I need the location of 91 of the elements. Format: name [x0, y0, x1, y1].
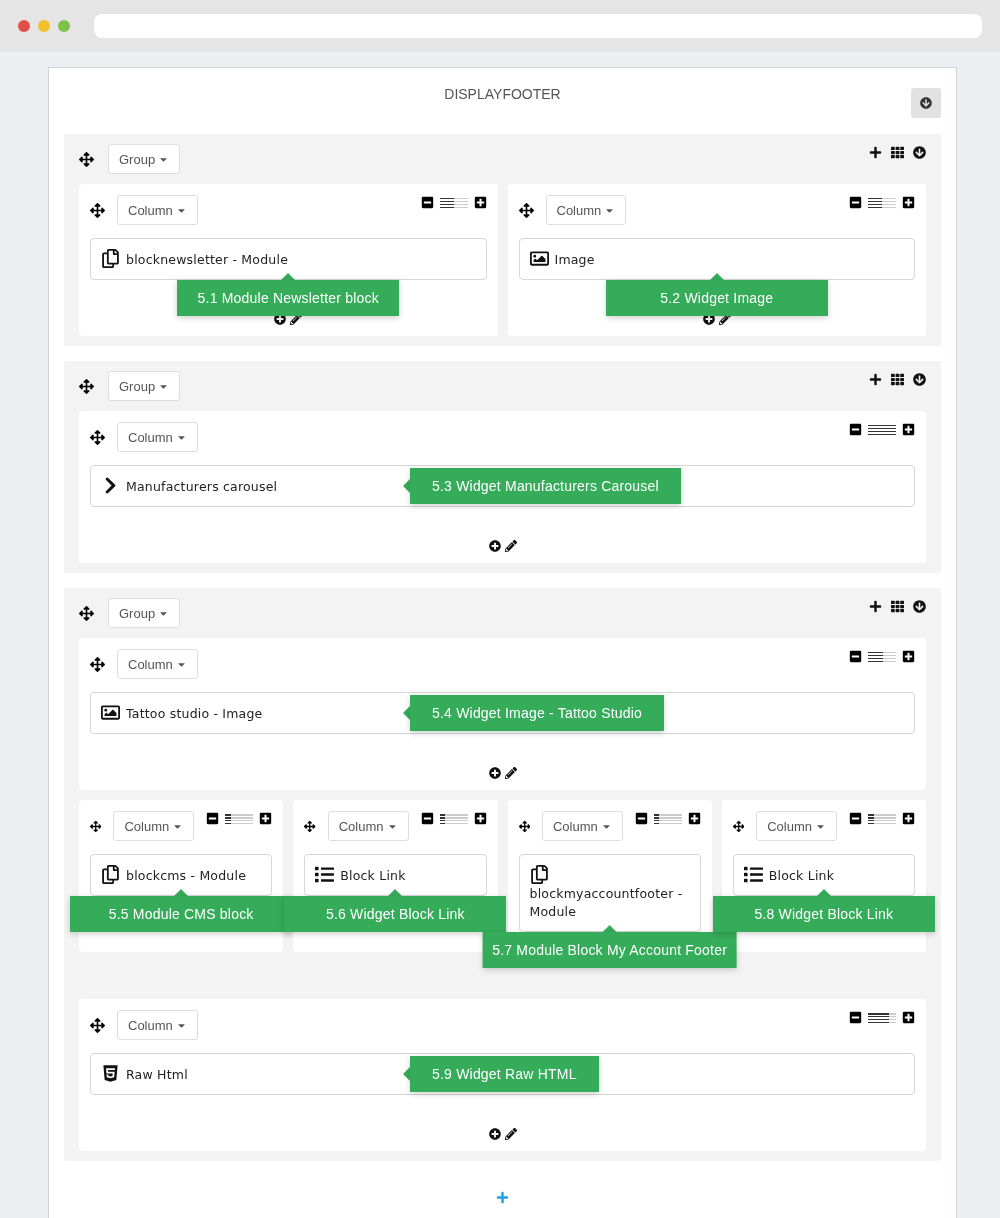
- grid-icon[interactable]: [891, 600, 904, 613]
- plus-icon[interactable]: [902, 1011, 915, 1024]
- copy-icon: [529, 865, 549, 884]
- plus-icon[interactable]: [902, 812, 915, 825]
- tooltip: 5.6 Widget Block Link: [284, 896, 507, 932]
- move-icon[interactable]: [732, 818, 745, 834]
- move-icon[interactable]: [90, 656, 105, 672]
- module-label: Tattoo studio - Image: [126, 706, 263, 721]
- group-dropdown[interactable]: Group: [108, 598, 181, 628]
- minus-icon[interactable]: [206, 812, 220, 825]
- move-icon[interactable]: [79, 605, 94, 621]
- export-button[interactable]: [911, 88, 941, 118]
- group-dropdown[interactable]: Group: [108, 371, 181, 401]
- pencil-icon[interactable]: [504, 540, 517, 552]
- plus-icon[interactable]: [902, 650, 915, 663]
- tooltip: 5.2 Widget Image: [605, 280, 828, 316]
- add-group-button[interactable]: [496, 1191, 509, 1204]
- minus-icon[interactable]: [420, 196, 434, 209]
- minus-icon[interactable]: [849, 1011, 862, 1024]
- module-label: Manufacturers carousel: [126, 479, 278, 494]
- list-icon: [315, 865, 335, 884]
- move-icon[interactable]: [304, 818, 316, 834]
- minus-icon[interactable]: [849, 196, 862, 209]
- move-icon[interactable]: [518, 202, 534, 218]
- image-icon: [529, 249, 549, 268]
- move-icon[interactable]: [518, 818, 530, 834]
- tooltip: 5.4 Widget Image - Tattoo Studio: [410, 695, 665, 731]
- tooltip: 5.8 Widget Block Link: [712, 896, 935, 932]
- tooltip: 5.1 Module Newsletter block: [177, 280, 400, 316]
- minus-icon[interactable]: [420, 812, 434, 825]
- plus-icon[interactable]: [687, 812, 701, 825]
- plus-icon[interactable]: [259, 812, 273, 825]
- pencil-icon[interactable]: [290, 313, 303, 325]
- download-icon[interactable]: [913, 373, 926, 386]
- plus-icon[interactable]: [473, 196, 487, 209]
- column-dropdown[interactable]: Column: [117, 649, 198, 679]
- plus-icon[interactable]: [902, 423, 915, 436]
- module-label: blockmyaccountfooter - Module: [529, 886, 683, 919]
- module-label: Block Link: [340, 868, 406, 883]
- tooltip: 5.9 Widget Raw HTML: [410, 1056, 599, 1092]
- column-dropdown[interactable]: Column: [117, 422, 198, 452]
- html5-icon: [101, 1064, 120, 1083]
- copy-icon: [101, 865, 120, 884]
- minimize-dot[interactable]: [38, 20, 50, 32]
- move-icon[interactable]: [90, 429, 105, 445]
- column-dropdown[interactable]: Column: [756, 811, 837, 841]
- plus-icon[interactable]: [902, 196, 915, 209]
- plus-icon[interactable]: [869, 146, 882, 159]
- image-icon: [101, 703, 120, 722]
- grid-icon[interactable]: [891, 146, 904, 159]
- column-dropdown[interactable]: Column: [117, 1010, 198, 1040]
- module-item[interactable]: Manufacturers carousel 5.3 Widget Manufacturers Carousel: [90, 465, 915, 507]
- column-dropdown[interactable]: Column: [545, 195, 627, 225]
- download-icon[interactable]: [913, 600, 926, 613]
- copy-icon: [101, 249, 120, 268]
- column-dropdown[interactable]: Column: [113, 811, 195, 841]
- module-label: Block Link: [768, 868, 835, 883]
- plus-icon[interactable]: [869, 373, 882, 386]
- minus-icon[interactable]: [634, 812, 648, 825]
- move-icon[interactable]: [90, 202, 105, 218]
- module-label: Image: [554, 252, 595, 267]
- group-dropdown[interactable]: Group: [108, 144, 181, 174]
- module-item[interactable]: Tattoo studio - Image 5.4 Widget Image - Tattoo Studio: [90, 692, 915, 734]
- grid-icon[interactable]: [891, 373, 904, 386]
- minus-icon[interactable]: [849, 812, 862, 825]
- move-icon[interactable]: [79, 151, 94, 167]
- move-icon[interactable]: [90, 818, 102, 834]
- move-icon[interactable]: [90, 1017, 105, 1033]
- tooltip: 5.7 Module Block My Account Footer: [482, 932, 738, 968]
- column-dropdown[interactable]: Column: [327, 811, 409, 841]
- plus-icon[interactable]: [473, 812, 487, 825]
- pencil-icon[interactable]: [718, 313, 731, 325]
- pencil-icon[interactable]: [504, 1128, 517, 1140]
- pencil-icon[interactable]: [504, 767, 517, 779]
- module-label: blocknewsletter - Module: [126, 252, 289, 267]
- tooltip: 5.3 Widget Manufacturers Carousel: [410, 468, 681, 504]
- move-icon[interactable]: [79, 378, 94, 394]
- module-label: blockcms - Module: [126, 868, 247, 883]
- module-label: Raw Html: [126, 1067, 188, 1082]
- minus-icon[interactable]: [849, 650, 862, 663]
- page-title: DISPLAYFOOTER: [444, 86, 561, 102]
- list-icon: [743, 865, 763, 884]
- close-dot[interactable]: [18, 20, 30, 32]
- minus-icon[interactable]: [849, 423, 862, 436]
- download-icon[interactable]: [913, 146, 926, 159]
- module-item[interactable]: Raw Html 5.9 Widget Raw HTML: [90, 1053, 915, 1095]
- maximize-dot[interactable]: [58, 20, 70, 32]
- plus-icon[interactable]: [869, 600, 882, 613]
- column-dropdown[interactable]: Column: [117, 195, 198, 225]
- column-dropdown[interactable]: Column: [541, 811, 623, 841]
- download-icon: [920, 97, 932, 109]
